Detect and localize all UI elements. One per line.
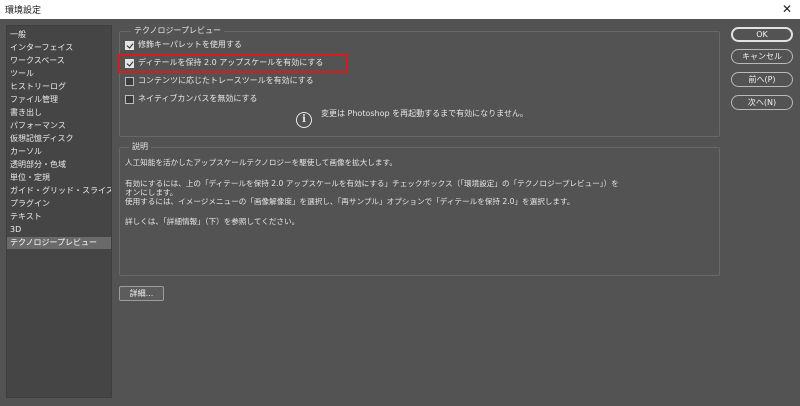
sidebar-item-technology-previews[interactable]: テクノロジープレビュー [7, 237, 111, 249]
sidebar-item-guides-grid[interactable]: ガイド・グリッド・スライス [7, 185, 111, 197]
description-line-1: 人工知能を活かしたアップスケールテクノロジーを駆使して画像を拡大します。 [125, 158, 397, 167]
sidebar-item-transparency[interactable]: 透明部分・色域 [7, 159, 111, 171]
sidebar-item-export[interactable]: 書き出し [7, 107, 111, 119]
content-aware-tracing-checkbox[interactable] [125, 77, 134, 86]
content-aware-tracing-label: コンテンツに応じたトレースツールを有効にする [138, 76, 314, 85]
disable-native-canvas-checkbox[interactable] [125, 95, 134, 104]
sidebar-item-3d[interactable]: 3D [7, 224, 111, 236]
sidebar-item-cursors[interactable]: カーソル [7, 146, 111, 158]
sidebar-item-general[interactable]: 一般 [7, 29, 111, 41]
technology-preview-group-label: テクノロジープレビュー [131, 26, 225, 36]
description-group-label: 説明 [129, 142, 151, 152]
window-title: 環境設定 [5, 6, 42, 16]
restart-notice: 変更は Photoshop を再起動するまで有効になりません。 [321, 109, 528, 118]
close-icon[interactable]: ✕ [780, 1, 794, 17]
sidebar-item-scratch-disks[interactable]: 仮想記憶ディスク [7, 133, 111, 145]
description-line-5: 詳しくは、「詳細情報」（下）を参照してください。 [125, 217, 300, 226]
sidebar-item-type[interactable]: テキスト [7, 211, 111, 223]
prev-button[interactable]: 前へ(P) [731, 72, 793, 87]
cancel-button[interactable]: キャンセル [731, 49, 793, 64]
sidebar-item-units-rulers[interactable]: 単位・定規 [7, 172, 111, 184]
disable-native-canvas-label: ネイティブカンバスを無効にする [138, 94, 258, 103]
modifier-key-palette-label: 修飾キーパレットを使用する [138, 40, 242, 49]
sidebar-item-file-handling[interactable]: ファイル管理 [7, 94, 111, 106]
highlight-annotation-box [118, 54, 348, 73]
sidebar-item-performance[interactable]: パフォーマンス [7, 120, 111, 132]
next-button[interactable]: 次へ(N) [731, 95, 793, 110]
ok-button[interactable]: OK [731, 27, 793, 42]
modifier-key-palette-checkbox[interactable] [125, 41, 134, 50]
sidebar-item-interface[interactable]: インターフェイス [7, 42, 111, 54]
sidebar-item-history-log[interactable]: ヒストリーログ [7, 81, 111, 93]
description-line-2: 有効にするには、上の「ディテールを保持 2.0 アップスケールを有効にする」チェ… [125, 179, 619, 188]
title-bar: 環境設定 ✕ [0, 0, 800, 19]
description-line-4: 使用するには、イメージメニューの「画像解像度」を選択し、「再サンプル」オプション… [125, 197, 575, 206]
details-button[interactable]: 詳細... [119, 286, 164, 301]
sidebar-item-workspace[interactable]: ワークスペース [7, 55, 111, 67]
sidebar-item-plugins[interactable]: プラグイン [7, 198, 111, 210]
sidebar-item-tools[interactable]: ツール [7, 68, 111, 80]
info-icon: i [296, 112, 312, 128]
preferences-sidebar: 一般 インターフェイス ワークスペース ツール ヒストリーログ ファイル管理 書… [6, 25, 112, 398]
